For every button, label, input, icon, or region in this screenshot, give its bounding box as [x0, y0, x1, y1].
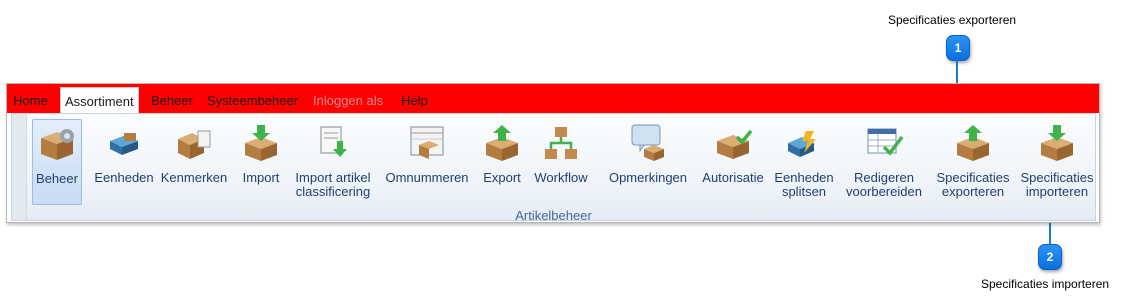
- table-checkmark-icon: [867, 128, 904, 156]
- ribbon-button-beheer[interactable]: Beheer: [32, 119, 82, 205]
- ribbon-button-label: Specificaties importeren: [1020, 170, 1094, 199]
- callout-1-badge: 1: [946, 35, 970, 61]
- ribbon-button-label: Opmerkingen: [608, 170, 688, 185]
- menu-bar: Home Assortiment Beheer Systeembeheer In…: [7, 84, 1099, 115]
- ribbon-button-label: Import: [242, 170, 280, 185]
- box-document-icon: [178, 130, 211, 159]
- callout-2-label: Specificaties importeren: [981, 277, 1110, 291]
- ribbon-button-kenmerken[interactable]: Kenmerken: [160, 119, 228, 203]
- ribbon-panel: Beheer Eenheden Kenmerken Import Import …: [11, 113, 1098, 223]
- ribbon-button-export[interactable]: Export: [480, 119, 524, 203]
- ribbon-button-label: Eenheden: [94, 170, 154, 185]
- table-box-icon: [410, 126, 444, 159]
- menu-beheer[interactable]: Beheer: [151, 93, 193, 108]
- ribbon-button-label: Specificaties exporteren: [936, 170, 1010, 199]
- ribbon-button-redigeren-voorbereiden[interactable]: Redigeren voorbereiden: [842, 119, 926, 203]
- ribbon-button-opmerkingen[interactable]: Opmerkingen: [602, 119, 694, 203]
- box-gear-icon: [41, 129, 74, 160]
- ribbon-button-import[interactable]: Import: [238, 119, 284, 203]
- ribbon-button-import-artikel-classificering[interactable]: Import artikel classificering: [290, 119, 376, 203]
- ribbon-button-label: Import artikel classificering: [295, 170, 371, 199]
- menu-systeembeheer[interactable]: Systeembeheer: [207, 93, 298, 108]
- box-checkmark-icon: [717, 129, 753, 159]
- ribbon-button-label: Omnummeren: [385, 170, 469, 185]
- menu-assortiment[interactable]: Assortiment: [60, 87, 139, 115]
- ribbon-group-label: Artikelbeheer: [515, 208, 592, 223]
- ribbon-button-eenheden[interactable]: Eenheden: [90, 119, 158, 203]
- speech-bubble-box-icon: [631, 124, 664, 161]
- ribbon-button-label: Redigeren voorbereiden: [846, 170, 922, 199]
- box-export-arrow-icon: [957, 125, 989, 161]
- ribbon-window: Home Assortiment Beheer Systeembeheer In…: [6, 83, 1100, 223]
- ribbon-button-omnummeren[interactable]: Omnummeren: [382, 119, 472, 203]
- box-import-arrow-icon: [1041, 125, 1073, 161]
- ribbon-button-autorisatie[interactable]: Autorisatie: [698, 119, 768, 203]
- box-import-arrow-icon: [245, 125, 277, 161]
- ribbon-button-workflow[interactable]: Workflow: [530, 119, 592, 203]
- floppy-disk-icon: [110, 133, 138, 155]
- box-export-arrow-icon: [486, 125, 518, 161]
- workflow-boxes-icon: [545, 127, 577, 159]
- ribbon-button-eenheden-splitsen[interactable]: Eenheden splitsen: [772, 119, 836, 203]
- ribbon-left-edge: [12, 114, 27, 220]
- ribbon-button-label: Export: [483, 170, 521, 185]
- callout-1-label: Specificaties exporteren: [888, 13, 1017, 27]
- menu-home[interactable]: Home: [13, 93, 48, 108]
- ribbon-button-label: Eenheden splitsen: [774, 170, 834, 199]
- menu-inloggen-als: Inloggen als: [313, 93, 384, 108]
- ribbon-button-specificaties-importeren[interactable]: Specificaties importeren: [1016, 119, 1098, 203]
- menu-help[interactable]: Help: [401, 93, 428, 108]
- floppy-lightning-icon: [788, 131, 816, 157]
- ribbon-button-label: Beheer: [36, 171, 78, 186]
- document-import-icon: [320, 126, 347, 157]
- ribbon-button-label: Workflow: [534, 170, 588, 185]
- ribbon-button-specificaties-exporteren[interactable]: Specificaties exporteren: [930, 119, 1016, 203]
- ribbon-button-label: Kenmerken: [160, 170, 228, 185]
- ribbon-button-label: Autorisatie: [702, 170, 764, 185]
- callout-2-badge: 2: [1038, 244, 1062, 270]
